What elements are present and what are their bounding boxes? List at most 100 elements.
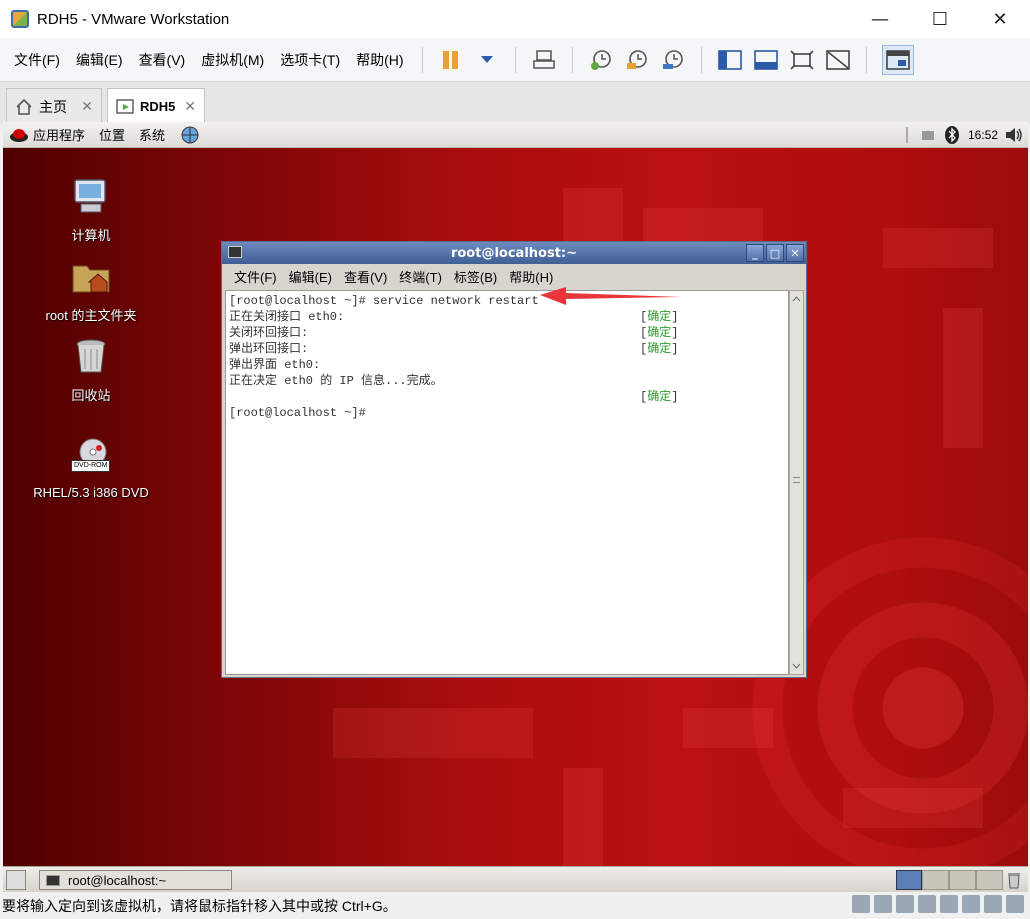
thumbnail-view-icon[interactable] (881, 44, 914, 75)
menu-file[interactable]: 文件(F) (6, 50, 68, 70)
vm-icon (116, 98, 134, 114)
snapshot-manager-icon[interactable] (660, 47, 686, 73)
taskbar-terminal[interactable]: root@localhost:~ (39, 870, 232, 890)
tab-vm[interactable]: RDH5 ✕ (107, 88, 205, 124)
network-globe-icon[interactable] (179, 125, 201, 145)
guest-bottom-panel: root@localhost:~ (3, 866, 1028, 892)
terminal-title: root@localhost:~ (450, 245, 578, 261)
terminal-icon (228, 246, 242, 258)
terminal-prompt: [root@localhost ~]# (229, 406, 366, 420)
terminal-menu-view[interactable]: 查看(V) (344, 267, 387, 286)
wallpaper-decoration (563, 768, 603, 866)
volume-icon[interactable] (1004, 126, 1024, 144)
taskbar-label: root@localhost:~ (68, 872, 167, 888)
printer-icon[interactable] (1006, 895, 1024, 913)
sound-icon[interactable] (940, 895, 958, 913)
terminal-text: 弹出界面 eth0: (229, 358, 321, 372)
terminal-line: [root@localhost ~]# (229, 405, 785, 421)
menu-view[interactable]: 查看(V) (131, 50, 194, 70)
library-view-icon[interactable] (717, 47, 743, 73)
terminal-maximize-button[interactable]: □ (766, 244, 784, 262)
toolbar-separator (700, 46, 702, 73)
message-icon[interactable] (984, 895, 1002, 913)
keyboard-icon[interactable] (921, 130, 934, 140)
menu-edit[interactable]: 编辑(E) (68, 50, 131, 70)
workspace-4[interactable] (976, 870, 1003, 890)
snapshot-take-icon[interactable] (588, 47, 614, 73)
desktop-icon-computer[interactable]: 计算机 (26, 176, 156, 244)
terminal-scrollbar[interactable] (789, 290, 804, 675)
terminal-command: [root@localhost ~]# service network rest… (229, 294, 539, 308)
system-menu[interactable]: 系统 (139, 125, 165, 144)
terminal-close-button[interactable]: ✕ (786, 244, 804, 262)
applications-label: 应用程序 (33, 128, 86, 143)
tab-bar: 主页 ✕ RDH5 ✕ (0, 82, 1030, 124)
terminal-line: 关闭环回接口: [确定] (229, 325, 785, 341)
cdrom-icon[interactable] (874, 895, 892, 913)
terminal-menu-file[interactable]: 文件(F) (234, 267, 277, 286)
applications-menu[interactable]: 应用程序 (9, 125, 85, 144)
window-controls: — ☐ ✕ (850, 0, 1030, 38)
menu-help[interactable]: 帮助(H) (348, 50, 411, 70)
minimize-button[interactable]: — (850, 0, 910, 38)
terminal-menu-tabs[interactable]: 标签(B) (454, 267, 497, 286)
show-desktop-icon[interactable] (6, 870, 26, 890)
display-icon[interactable] (962, 895, 980, 913)
trash-icon[interactable] (1006, 871, 1022, 889)
unity-icon[interactable] (825, 47, 851, 73)
terminal-line: 正在决定 eth0 的 IP 信息...完成。 (229, 373, 785, 389)
console-view-icon[interactable] (753, 47, 779, 73)
bluetooth-icon[interactable] (944, 125, 960, 145)
scroll-grip-icon[interactable] (793, 477, 800, 483)
terminal-window[interactable]: root@localhost:~ _ □ ✕ 文件(F) 编辑(E) 查看(V)… (221, 241, 807, 678)
workspace-switcher[interactable] (896, 870, 1004, 890)
terminal-titlebar[interactable]: root@localhost:~ _ □ ✕ (222, 242, 806, 264)
menu-vm[interactable]: 虚拟机(M) (193, 50, 272, 70)
menu-tabs[interactable]: 选项卡(T) (272, 50, 348, 70)
ok-status: [确定] (640, 326, 679, 340)
tab-close-icon[interactable]: ✕ (81, 99, 93, 115)
terminal-text: 弹出环回接口: (229, 342, 309, 356)
network-icon[interactable] (896, 895, 914, 913)
tab-close-icon[interactable]: ✕ (184, 99, 196, 115)
terminal-line: [确定] (229, 389, 785, 405)
scroll-up-icon[interactable] (790, 293, 803, 305)
clock[interactable]: 16:52 (968, 128, 998, 142)
window-title: RDH5 - VMware Workstation (37, 10, 230, 28)
close-button[interactable]: ✕ (970, 0, 1030, 38)
vmware-statusbar: 要将输入定向到该虚拟机，请将鼠标指针移入其中或按 Ctrl+G。 (0, 892, 1030, 919)
desktop-icon-trash[interactable]: 回收站 (26, 336, 156, 404)
desktop-icon-home[interactable]: root 的主文件夹 (26, 256, 156, 324)
terminal-menu-edit[interactable]: 编辑(E) (289, 267, 332, 286)
maximize-button[interactable]: ☐ (910, 0, 970, 38)
ok-status: [确定] (640, 342, 679, 356)
terminal-minimize-button[interactable]: _ (746, 244, 764, 262)
terminal-menu-terminal[interactable]: 终端(T) (399, 267, 442, 286)
fullscreen-icon[interactable] (789, 47, 815, 73)
guest-tray: 16:52 (905, 122, 1024, 148)
places-menu[interactable]: 位置 (99, 125, 125, 144)
hdd-icon[interactable] (852, 895, 870, 913)
desktop-icon-label: 计算机 (71, 228, 111, 243)
terminal-text: 正在关闭接口 eth0: (229, 310, 345, 324)
annotation-arrow-icon (540, 287, 682, 305)
workspace-1[interactable] (896, 870, 922, 890)
usb-icon[interactable] (918, 895, 936, 913)
workspace-3[interactable] (949, 870, 976, 890)
wallpaper-decoration (943, 308, 983, 448)
redhat-logo-icon (10, 128, 28, 142)
pause-icon[interactable] (438, 47, 464, 73)
desktop-icon-dvd[interactable]: DVD-ROM RHEL/5.3 i386 DVD (26, 436, 156, 500)
ok-status: [确定] (640, 390, 679, 404)
desktop-icon-label: RHEL/5.3 i386 DVD (33, 485, 149, 500)
toolbar-separator (421, 46, 423, 73)
toolbar-separator (865, 46, 867, 73)
send-ctrl-alt-del-icon[interactable] (531, 47, 557, 73)
scroll-down-icon[interactable] (790, 660, 803, 672)
snapshot-revert-icon[interactable] (624, 47, 650, 73)
workspace-2[interactable] (922, 870, 949, 890)
chevron-down-icon[interactable] (474, 47, 500, 73)
terminal-line: 正在关闭接口 eth0: [确定] (229, 309, 785, 325)
terminal-output[interactable]: [root@localhost ~]# service network rest… (225, 290, 789, 675)
tab-home[interactable]: 主页 ✕ (6, 88, 102, 124)
